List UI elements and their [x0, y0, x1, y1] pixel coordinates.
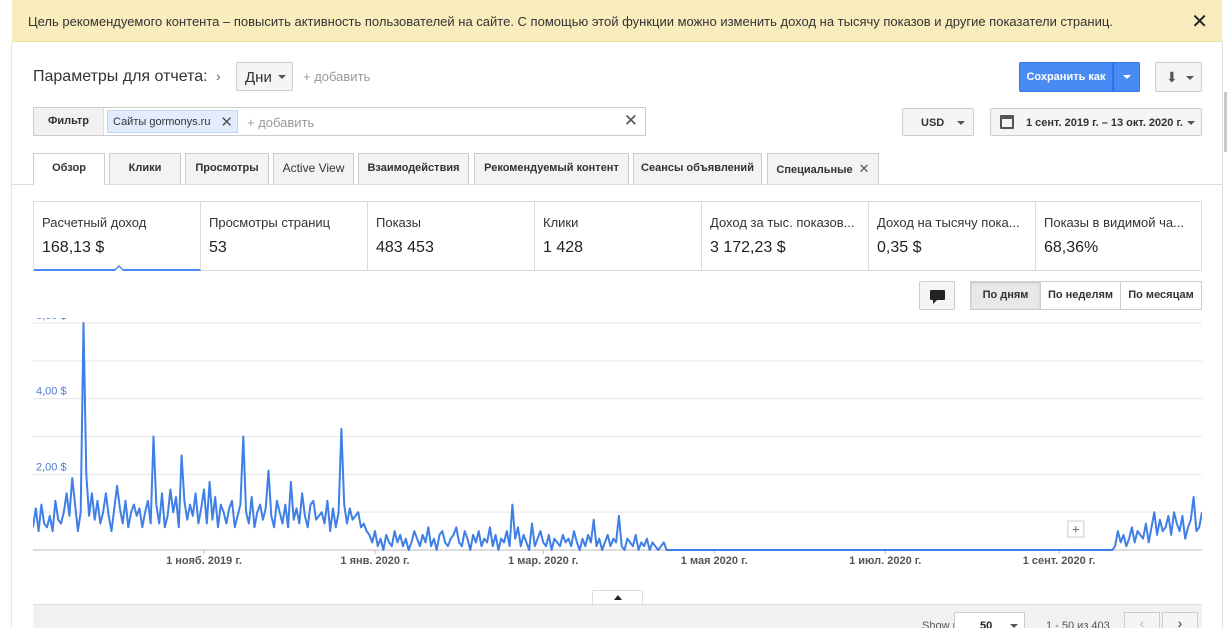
- remove-filter-icon[interactable]: ✕: [220, 113, 233, 131]
- tab-custom[interactable]: Специальные ✕: [767, 153, 879, 184]
- metric-label: Доход на тысячу пока...: [877, 215, 1020, 230]
- tab-clicks[interactable]: Клики: [109, 153, 181, 184]
- y-tick-label: 2,00 $: [36, 461, 67, 473]
- chevron-down-icon: [1010, 624, 1018, 628]
- date-range-value: 1 сент. 2019 г. – 13 окт. 2020 г.: [1026, 117, 1183, 129]
- tab-interactions[interactable]: Взаимодействия: [358, 153, 469, 184]
- rows-per-page-value: 50: [980, 620, 993, 628]
- chevron-right-icon: ›: [216, 68, 221, 84]
- pagination-range: 1 - 50 из 403: [1046, 620, 1110, 628]
- x-tick-label: 1 июл. 2020 г.: [849, 555, 921, 567]
- metric-value: 0,35 $: [877, 239, 922, 256]
- tab-overview[interactable]: Обзор: [33, 153, 105, 185]
- metric-label: Показы в видимой ча...: [1044, 215, 1184, 230]
- granularity-months-button[interactable]: По месяцам: [1120, 281, 1202, 310]
- revenue-chart-svg: 2,00 $ 4,00 $ 6,00 $ 1 нояб. 2019 г. 1 янв. …: [33, 318, 1202, 567]
- table-footer: Show rows 50 1 - 50 из 403 ‹ ›: [33, 604, 1202, 628]
- chevron-down-icon: [278, 75, 286, 79]
- metric-estimated-revenue[interactable]: Расчетный доход 168,13 $: [34, 202, 201, 271]
- close-icon[interactable]: ✕: [1191, 9, 1208, 34]
- dimension-value: Дни: [245, 69, 272, 86]
- revenue-chart: 2,00 $ 4,00 $ 6,00 $ 1 нояб. 2019 г. 1 янв. …: [33, 318, 1202, 573]
- report-params-label: Параметры для отчета:: [33, 68, 208, 85]
- currency-value: USD: [921, 117, 945, 129]
- next-page-button[interactable]: ›: [1162, 612, 1198, 628]
- tab-custom-label: Специальные: [776, 164, 853, 176]
- metric-value: 53: [209, 239, 227, 256]
- x-tick-label: 1 янв. 2020 г.: [340, 555, 409, 567]
- y-tick-label: 6,00 $: [36, 318, 67, 322]
- active-indicator: [113, 265, 125, 271]
- metric-value: 3 172,23 $: [710, 239, 786, 256]
- add-dimension-link[interactable]: + добавить: [303, 69, 370, 84]
- clear-filters-icon[interactable]: ✕: [624, 111, 638, 131]
- metric-label: Клики: [543, 215, 579, 230]
- add-filter-link[interactable]: + добавить: [247, 115, 314, 130]
- x-tick-label: 1 сент. 2020 г.: [1023, 555, 1096, 567]
- x-tick-label: 1 мая 2020 г.: [681, 555, 748, 567]
- metric-value: 68,36%: [1044, 239, 1099, 256]
- filter-button[interactable]: Фильтр: [34, 108, 104, 135]
- metric-label: Показы: [376, 215, 421, 230]
- y-tick-label: 4,00 $: [36, 386, 67, 398]
- tab-ad-sessions[interactable]: Сеансы объявлений: [633, 153, 762, 184]
- chevron-down-icon: [1187, 121, 1195, 125]
- chevron-down-icon: [957, 121, 965, 125]
- banner-text: Цель рекомендуемого контента – повысить …: [28, 14, 1113, 29]
- plus-icon-glyph: +: [1072, 522, 1080, 537]
- granularity-weeks-button[interactable]: По неделям: [1040, 281, 1121, 310]
- scrollbar[interactable]: [1222, 42, 1227, 628]
- chevron-up-icon: [614, 595, 622, 600]
- metric-label: Просмотры страниц: [209, 215, 331, 230]
- tab-views[interactable]: Просмотры: [185, 153, 269, 184]
- annotations-button[interactable]: [919, 281, 955, 310]
- chevron-down-icon: [1123, 75, 1131, 79]
- tab-recommended-content[interactable]: Рекомендуемый контент: [474, 153, 629, 184]
- metric-impressions[interactable]: Показы 483 453: [368, 202, 535, 270]
- metric-page-rpm[interactable]: Доход на тысячу пока... 0,35 $: [869, 202, 1036, 270]
- comment-icon: [930, 290, 945, 304]
- collapse-chart-button[interactable]: [592, 590, 643, 605]
- date-range-dropdown[interactable]: 1 сент. 2019 г. – 13 окт. 2020 г.: [990, 108, 1202, 136]
- metric-label: Доход за тыс. показов...: [710, 215, 855, 230]
- metric-label: Расчетный доход: [42, 215, 147, 230]
- info-banner: Цель рекомендуемого контента – повысить …: [12, 0, 1222, 42]
- x-tick-label: 1 нояб. 2019 г.: [166, 555, 242, 567]
- filter-bar: Фильтр Сайты gormonys.ru ✕ + добавить ✕: [33, 107, 646, 136]
- metric-rpm[interactable]: Доход за тыс. показов... 3 172,23 $: [702, 202, 869, 270]
- rows-per-page-dropdown[interactable]: 50: [954, 612, 1025, 628]
- filter-chip-label: Сайты gormonys.ru: [113, 116, 211, 128]
- tabs-divider: [12, 184, 1222, 185]
- download-button[interactable]: ⬇: [1155, 62, 1202, 92]
- download-icon: ⬇: [1166, 69, 1178, 85]
- calendar-icon: [1000, 115, 1014, 129]
- left-rail: [0, 42, 12, 628]
- metric-value: 483 453: [376, 239, 434, 256]
- chevron-down-icon: [1186, 76, 1194, 80]
- currency-dropdown[interactable]: USD: [902, 108, 974, 136]
- metric-page-views[interactable]: Просмотры страниц 53: [201, 202, 368, 270]
- x-tick-label: 1 мар. 2020 г.: [508, 555, 578, 567]
- dimension-dropdown[interactable]: Дни: [236, 62, 293, 91]
- metric-viewability[interactable]: Показы в видимой ча... 68,36%: [1036, 202, 1201, 270]
- metric-value: 168,13 $: [42, 239, 105, 256]
- metric-value: 1 428: [543, 239, 584, 256]
- metric-clicks[interactable]: Клики 1 428: [535, 202, 702, 270]
- filter-chip[interactable]: Сайты gormonys.ru ✕: [107, 110, 238, 133]
- granularity-days-button[interactable]: По дням: [970, 281, 1041, 310]
- save-as-button[interactable]: Сохранить как: [1019, 62, 1113, 92]
- metrics-panel: Расчетный доход 168,13 $ Просмотры стран…: [33, 201, 1202, 271]
- close-tab-icon[interactable]: ✕: [859, 161, 870, 176]
- tab-active-view[interactable]: Active View: [273, 153, 354, 184]
- prev-page-button[interactable]: ‹: [1124, 612, 1160, 628]
- save-options-button[interactable]: [1113, 62, 1140, 92]
